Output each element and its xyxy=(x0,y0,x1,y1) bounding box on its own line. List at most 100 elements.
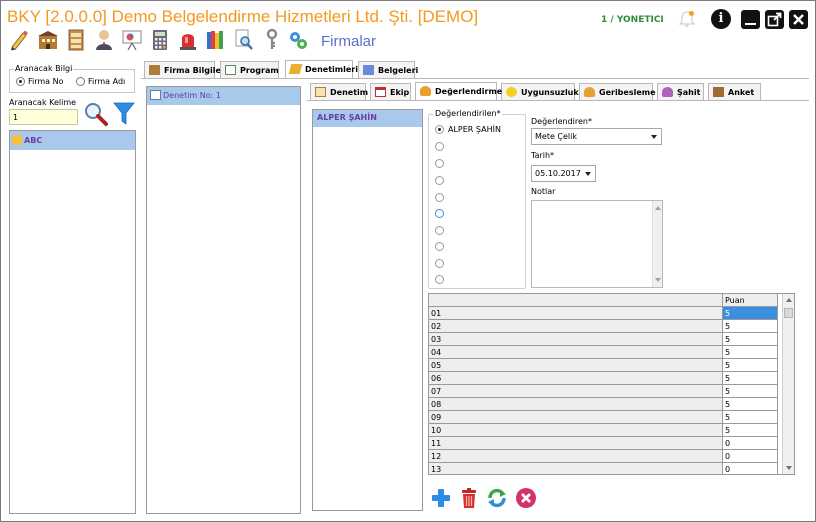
audit-icon xyxy=(150,90,161,100)
table-row[interactable]: 12 0 xyxy=(429,450,784,463)
table-row[interactable]: 08 5 xyxy=(429,398,784,411)
scroll-down-icon[interactable] xyxy=(655,278,661,282)
search-field-group: Aranacak Bilgi Firma No Firma Adı xyxy=(9,64,135,93)
scroll-down-icon[interactable] xyxy=(786,466,792,470)
evaluated-radio[interactable] xyxy=(435,209,444,218)
search-icon[interactable] xyxy=(83,101,109,127)
row-id: 12 xyxy=(429,450,723,463)
row-score[interactable]: 5 xyxy=(723,372,778,385)
minimize-icon[interactable] xyxy=(741,10,760,29)
close-icon[interactable] xyxy=(789,10,808,29)
search-doc-icon[interactable] xyxy=(233,28,255,52)
company-list[interactable]: ABC xyxy=(9,130,136,514)
tab-sahit[interactable]: Şahit xyxy=(657,83,704,100)
user-icon[interactable] xyxy=(93,28,115,52)
tab-label: Firma Bilgileri xyxy=(164,66,228,75)
audit-list[interactable]: Denetim No: 1 xyxy=(146,86,301,514)
row-score[interactable]: 5 xyxy=(723,385,778,398)
add-icon[interactable] xyxy=(430,487,452,509)
presentation-icon[interactable] xyxy=(121,28,143,52)
search-group-title: Aranacak Bilgi xyxy=(14,64,74,73)
alarm-icon[interactable] xyxy=(177,28,199,52)
info-icon[interactable]: i xyxy=(711,9,731,29)
evaluator-label: Değerlendiren* xyxy=(531,117,592,126)
settings-icon[interactable] xyxy=(287,28,309,52)
edit-icon[interactable] xyxy=(8,28,30,52)
table-row[interactable]: 09 5 xyxy=(429,411,784,424)
row-score[interactable]: 0 xyxy=(723,437,778,450)
row-score[interactable]: 5 xyxy=(723,307,778,320)
evaluated-radio[interactable] xyxy=(435,125,444,134)
evaluated-radio[interactable] xyxy=(435,193,444,202)
popout-icon[interactable] xyxy=(765,10,784,29)
cancel-icon[interactable] xyxy=(515,487,537,509)
row-score[interactable]: 5 xyxy=(723,424,778,437)
tab-anket[interactable]: Anket xyxy=(708,83,761,100)
table-row[interactable]: 13 0 xyxy=(429,463,784,474)
row-score[interactable]: 0 xyxy=(723,450,778,463)
scroll-up-icon[interactable] xyxy=(655,206,661,210)
list-item[interactable]: Denetim No: 1 xyxy=(147,87,300,105)
list-item[interactable]: ALPER ŞAHİN xyxy=(313,110,422,127)
folder-icon xyxy=(288,64,303,74)
date-picker[interactable]: 05.10.2017 xyxy=(531,165,596,182)
binders-icon[interactable] xyxy=(205,28,227,52)
keyword-input[interactable]: 1 xyxy=(9,109,78,125)
tab-belgeleri[interactable]: Belgeleri xyxy=(358,61,418,78)
row-score[interactable]: 5 xyxy=(723,333,778,346)
tab-geribesleme[interactable]: Geribesleme xyxy=(579,83,656,100)
scroll-thumb[interactable] xyxy=(784,308,793,318)
building-icon[interactable] xyxy=(37,28,59,52)
radio-firma-no[interactable] xyxy=(16,77,25,86)
tab-ekip[interactable]: Ekip xyxy=(370,83,411,100)
evaluated-radio[interactable] xyxy=(435,259,444,268)
notes-textarea[interactable] xyxy=(531,200,663,288)
table-row[interactable]: 02 5 xyxy=(429,320,784,333)
archive-icon[interactable] xyxy=(65,28,87,52)
table-row[interactable]: 06 5 xyxy=(429,372,784,385)
table-row[interactable]: 10 5 xyxy=(429,424,784,437)
tab-denetim[interactable]: Denetim xyxy=(310,83,368,100)
evaluated-radio[interactable] xyxy=(435,176,444,185)
table-row[interactable]: 11 0 xyxy=(429,437,784,450)
scroll-up-icon[interactable] xyxy=(786,298,792,302)
tab-firma-bilgileri[interactable]: Firma Bilgileri xyxy=(144,61,228,78)
row-score[interactable]: 5 xyxy=(723,359,778,372)
refresh-icon[interactable] xyxy=(486,487,508,509)
evaluated-radio[interactable] xyxy=(435,142,444,151)
grid-scrollbar[interactable] xyxy=(782,294,794,474)
tab-uygunsuzluk[interactable]: Uygunsuzluk xyxy=(501,83,579,100)
row-score[interactable]: 5 xyxy=(723,411,778,424)
table-row[interactable]: 05 5 xyxy=(429,359,784,372)
radio-firma-adi[interactable] xyxy=(76,77,85,86)
table-row[interactable]: 03 5 xyxy=(429,333,784,346)
row-score[interactable]: 5 xyxy=(723,398,778,411)
key-icon[interactable] xyxy=(261,28,283,52)
evaluated-radio[interactable] xyxy=(435,159,444,168)
table-row[interactable]: 01 5 xyxy=(429,307,784,320)
row-score[interactable]: 5 xyxy=(723,346,778,359)
evaluated-radio[interactable] xyxy=(435,275,444,284)
window-title: BKY [2.0.0.0] Demo Belgelendirme Hizmetl… xyxy=(7,7,479,26)
notes-scrollbar[interactable] xyxy=(652,201,662,287)
date-label: Tarih* xyxy=(531,151,555,160)
tab-degerlendirme[interactable]: Değerlendirme xyxy=(415,82,502,100)
person-list[interactable]: ALPER ŞAHİN xyxy=(312,109,423,511)
row-score[interactable]: 5 xyxy=(723,320,778,333)
bell-icon[interactable] xyxy=(677,9,697,29)
evaluated-radio[interactable] xyxy=(435,226,444,235)
table-row[interactable]: 04 5 xyxy=(429,346,784,359)
row-id: 10 xyxy=(429,424,723,437)
row-score[interactable]: 0 xyxy=(723,463,778,474)
evaluator-select[interactable]: Mete Çelik xyxy=(531,128,662,145)
calculator-icon[interactable] xyxy=(149,28,171,52)
filter-icon[interactable] xyxy=(113,101,135,127)
warning-icon xyxy=(506,87,517,97)
delete-icon[interactable] xyxy=(458,487,480,509)
list-item[interactable]: ABC xyxy=(10,131,135,150)
score-grid[interactable]: Puan 01 5 02 5 03 5 04 5 05 5 06 5 07 5 08 5 09 5… xyxy=(428,293,795,475)
table-row[interactable]: 07 5 xyxy=(429,385,784,398)
tab-denetimleri[interactable]: Denetimleri xyxy=(285,60,358,78)
evaluated-radio[interactable] xyxy=(435,242,444,251)
tab-program[interactable]: Program xyxy=(220,61,279,78)
